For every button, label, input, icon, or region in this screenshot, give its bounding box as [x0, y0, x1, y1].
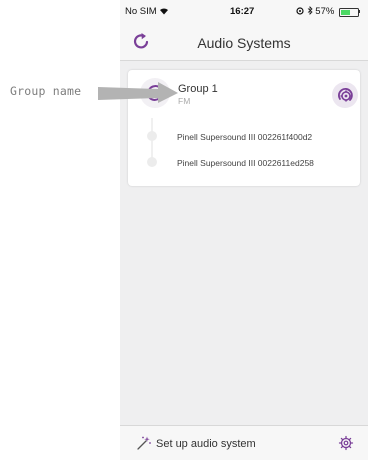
carrier-label: No SIM — [125, 6, 157, 17]
carrier-wifi: No SIM — [125, 6, 169, 17]
annotation-label: Group name — [10, 84, 82, 98]
battery-fill — [341, 10, 351, 15]
gear-icon[interactable] — [338, 435, 354, 451]
magic-wand-icon — [137, 436, 151, 450]
group-sync-icon — [140, 78, 170, 108]
status-right: 57% — [296, 6, 334, 17]
speaker-status-dot — [147, 157, 157, 167]
status-time: 16:27 — [230, 6, 255, 17]
page-title: Audio Systems — [197, 35, 291, 51]
group-card[interactable]: Group 1 FM Pinell Supersound III 002261f… — [128, 70, 360, 186]
battery-percent: 57% — [315, 6, 335, 17]
battery-icon — [339, 8, 359, 17]
setup-audio-system-button[interactable]: Set up audio system — [156, 438, 256, 450]
bluetooth-icon — [307, 6, 313, 15]
status-bar: No SIM 16:27 57% — [120, 0, 368, 22]
group-source: FM — [178, 96, 191, 106]
nav-bar: Audio Systems — [120, 22, 368, 61]
wifi-icon — [160, 8, 169, 15]
speaker-status-dot — [147, 131, 157, 141]
speaker-item[interactable]: Pinell Supersound III 002261f400d2 — [177, 132, 312, 142]
battery-nub — [358, 10, 360, 13]
speaker-item[interactable]: Pinell Supersound III 0022611ed258 — [177, 158, 314, 168]
bottom-bar: Set up audio system — [120, 425, 368, 460]
phone-screen: No SIM 16:27 57% Audio Systems Group 1 F… — [120, 0, 368, 460]
group-settings-icon[interactable] — [332, 82, 358, 108]
location-icon — [296, 7, 304, 15]
group-name[interactable]: Group 1 — [178, 83, 218, 95]
